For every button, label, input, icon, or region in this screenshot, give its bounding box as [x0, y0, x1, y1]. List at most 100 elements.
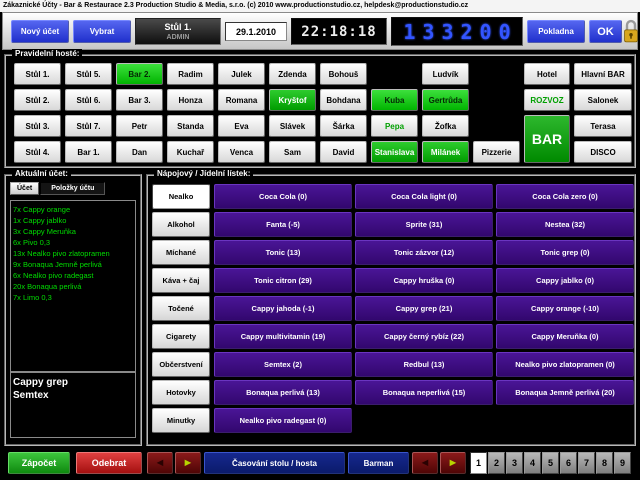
cash-register-button[interactable]: Pokladna: [527, 20, 585, 43]
guest-table-button[interactable]: Bohdana: [320, 89, 367, 111]
credit-button[interactable]: Zápočet: [8, 452, 70, 474]
menu-page-right-button[interactable]: ►: [440, 452, 466, 474]
menu-item-button[interactable]: Nealko pivo zlatopramen (0): [496, 352, 634, 377]
guest-table-button[interactable]: BAR: [524, 115, 570, 163]
guest-table-button[interactable]: Stůl 7.: [65, 115, 112, 137]
guest-table-button[interactable]: Slávek: [269, 115, 316, 137]
menu-item-button[interactable]: Nealko pivo radegast (0): [214, 408, 352, 433]
account-line-item[interactable]: 9x Bonaqua Jemně perlivá: [13, 259, 133, 270]
menu-category-button[interactable]: Nealko: [152, 184, 210, 209]
menu-category-button[interactable]: Káva + čaj: [152, 268, 210, 293]
account-scroll-left-button[interactable]: ◄: [147, 452, 173, 474]
menu-category-button[interactable]: Minutky: [152, 408, 210, 433]
guest-table-button[interactable]: Kuchař: [167, 141, 214, 163]
guest-table-button[interactable]: Hotel: [524, 63, 570, 85]
guest-table-button[interactable]: Stůl 3.: [14, 115, 61, 137]
guest-table-button[interactable]: Ludvík: [422, 63, 469, 85]
menu-item-button[interactable]: Cappy jablko (0): [496, 268, 634, 293]
guest-table-button[interactable]: Stanislava: [371, 141, 418, 163]
table-timing-button[interactable]: Časování stolu / hosta: [204, 452, 345, 474]
account-line-item[interactable]: 7x Limo 0,3: [13, 292, 133, 303]
guest-table-button[interactable]: Terasa: [574, 115, 632, 137]
guest-table-button[interactable]: David: [320, 141, 367, 163]
account-scroll-right-button[interactable]: ►: [175, 452, 201, 474]
menu-page-button[interactable]: 3: [506, 452, 523, 474]
ok-button[interactable]: OK: [589, 20, 622, 43]
menu-item-button[interactable]: Tonic citron (29): [214, 268, 352, 293]
menu-item-button[interactable]: Coca Cola zero (0): [496, 184, 634, 209]
account-line-item[interactable]: 13x Nealko pivo zlatopramen: [13, 248, 133, 259]
barman-button[interactable]: Barman: [348, 452, 409, 474]
guest-table-button[interactable]: Julek: [218, 63, 265, 85]
menu-page-button[interactable]: 1: [470, 452, 487, 474]
menu-item-button[interactable]: Cappy hruška (0): [355, 268, 493, 293]
guest-table-button[interactable]: Milánek: [422, 141, 469, 163]
guest-table-button[interactable]: Pizzerie: [473, 141, 520, 163]
guest-table-button[interactable]: Kuba: [371, 89, 418, 111]
menu-item-button[interactable]: Nestea (32): [496, 212, 634, 237]
menu-item-button[interactable]: Tonic zázvor (12): [355, 240, 493, 265]
menu-item-button[interactable]: Cappy orange (-10): [496, 296, 634, 321]
menu-category-button[interactable]: Občerstvení: [152, 352, 210, 377]
guest-table-button[interactable]: Honza: [167, 89, 214, 111]
guest-table-button[interactable]: Stůl 1.: [14, 63, 61, 85]
guest-table-button[interactable]: Stůl 6.: [65, 89, 112, 111]
guest-table-button[interactable]: Žofka: [422, 115, 469, 137]
menu-item-button[interactable]: Coca Cola light (0): [355, 184, 493, 209]
guest-table-button[interactable]: Venca: [218, 141, 265, 163]
guest-table-button[interactable]: Šárka: [320, 115, 367, 137]
account-tab[interactable]: Položky účtu: [40, 182, 105, 195]
select-button[interactable]: Vybrat: [73, 20, 131, 43]
menu-item-button[interactable]: Cappy grep (21): [355, 296, 493, 321]
menu-item-button[interactable]: Cappy multivitamin (19): [214, 324, 352, 349]
guest-table-button[interactable]: Gertrůda: [422, 89, 469, 111]
menu-page-button[interactable]: 4: [524, 452, 541, 474]
menu-category-button[interactable]: Alkohol: [152, 212, 210, 237]
guest-table-button[interactable]: Pepa: [371, 115, 418, 137]
account-tab[interactable]: Účet: [10, 182, 39, 195]
guest-table-button[interactable]: Stůl 4.: [14, 141, 61, 163]
remove-item-button[interactable]: Odebrat: [76, 452, 142, 474]
menu-page-button[interactable]: 2: [488, 452, 505, 474]
guest-table-button[interactable]: Radim: [167, 63, 214, 85]
new-account-button[interactable]: Nový účet: [11, 20, 69, 43]
guest-table-button[interactable]: Stůl 2.: [14, 89, 61, 111]
guest-table-button[interactable]: Bar 3.: [116, 89, 163, 111]
menu-page-button[interactable]: 7: [578, 452, 595, 474]
menu-item-button[interactable]: Fanta (-5): [214, 212, 352, 237]
guest-table-button[interactable]: DISCO: [574, 141, 632, 163]
guest-table-button[interactable]: Bohouš: [320, 63, 367, 85]
menu-page-button[interactable]: 5: [542, 452, 559, 474]
account-line-item[interactable]: 1x Cappy jablko: [13, 215, 133, 226]
guest-table-button[interactable]: ROZVOZ: [524, 89, 570, 111]
menu-item-button[interactable]: Semtex (2): [214, 352, 352, 377]
menu-item-button[interactable]: Sprite (31): [355, 212, 493, 237]
guest-table-button[interactable]: Stůl 5.: [65, 63, 112, 85]
guest-table-button[interactable]: Dan: [116, 141, 163, 163]
guest-table-button[interactable]: Kryštof: [269, 89, 316, 111]
guest-table-button[interactable]: Hlavní BAR: [574, 63, 632, 85]
guest-table-button[interactable]: Bar 1.: [65, 141, 112, 163]
menu-item-button[interactable]: Bonaqua Jemně perlivá (20): [496, 380, 634, 405]
menu-category-button[interactable]: Cigarety: [152, 324, 210, 349]
menu-page-button[interactable]: 8: [596, 452, 613, 474]
account-line-item[interactable]: 6x Nealko pivo radegast: [13, 270, 133, 281]
menu-item-button[interactable]: Tonic (13): [214, 240, 352, 265]
guest-table-button[interactable]: Romana: [218, 89, 265, 111]
menu-page-button[interactable]: 9: [614, 452, 631, 474]
menu-category-button[interactable]: Míchané: [152, 240, 210, 265]
menu-item-button[interactable]: Redbul (13): [355, 352, 493, 377]
account-items-list[interactable]: 7x Cappy orange 1x Cappy jablko 3x Cappy…: [10, 200, 136, 372]
guest-table-button[interactable]: Petr: [116, 115, 163, 137]
account-line-item[interactable]: 3x Cappy Meruňka: [13, 226, 133, 237]
lock-icon[interactable]: [623, 16, 639, 47]
menu-item-button[interactable]: Cappy jahoda (-1): [214, 296, 352, 321]
menu-item-button[interactable]: Bonaqua neperlivá (15): [355, 380, 493, 405]
menu-item-button[interactable]: Cappy Meruňka (0): [496, 324, 634, 349]
menu-page-button[interactable]: 6: [560, 452, 577, 474]
menu-page-left-button[interactable]: ◄: [412, 452, 438, 474]
menu-category-button[interactable]: Hotovky: [152, 380, 210, 405]
menu-item-button[interactable]: Bonaqua perlivá (13): [214, 380, 352, 405]
guest-table-button[interactable]: Standa: [167, 115, 214, 137]
guest-table-button[interactable]: Salonek: [574, 89, 632, 111]
